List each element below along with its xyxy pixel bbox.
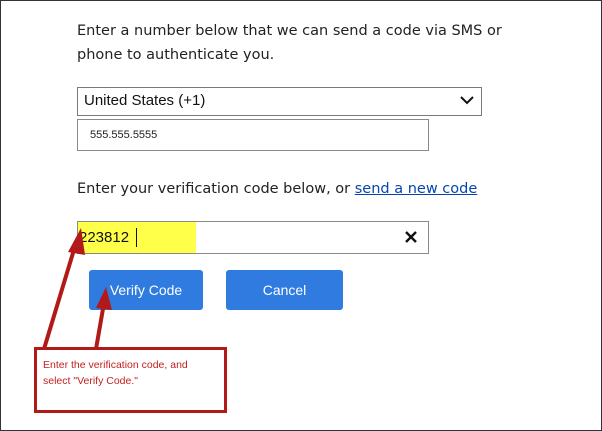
annotation-line-1: Enter the verification code, and [43, 359, 188, 371]
instruction-line-2: phone to authenticate you. [77, 47, 275, 63]
phone-number-input[interactable]: 555.555.5555 [77, 119, 429, 151]
phone-number-value: 555.555.5555 [90, 129, 158, 141]
text-caret [136, 228, 137, 247]
verification-code-input[interactable]: 223812 [77, 221, 429, 254]
verification-prompt: Enter your verification code below, or s… [77, 181, 537, 197]
verification-prompt-text: Enter your verification code below, or [77, 181, 351, 197]
annotation-callout: Enter the verification code, and select … [34, 347, 227, 413]
verify-code-button[interactable]: Verify Code [89, 270, 203, 310]
cancel-button[interactable]: Cancel [226, 270, 343, 310]
instruction-line-1: Enter a number below that we can send a … [77, 23, 502, 39]
country-select[interactable]: United States (+1) [77, 87, 482, 116]
annotation-line-2: select "Verify Code." [43, 375, 138, 387]
chevron-down-icon [460, 96, 474, 105]
verification-code-value: 223812 [79, 229, 130, 246]
send-new-code-link[interactable]: send a new code [355, 181, 478, 197]
close-icon[interactable] [403, 229, 419, 245]
country-select-value: United States (+1) [84, 92, 206, 109]
instruction-text: Enter a number below that we can send a … [77, 19, 527, 67]
